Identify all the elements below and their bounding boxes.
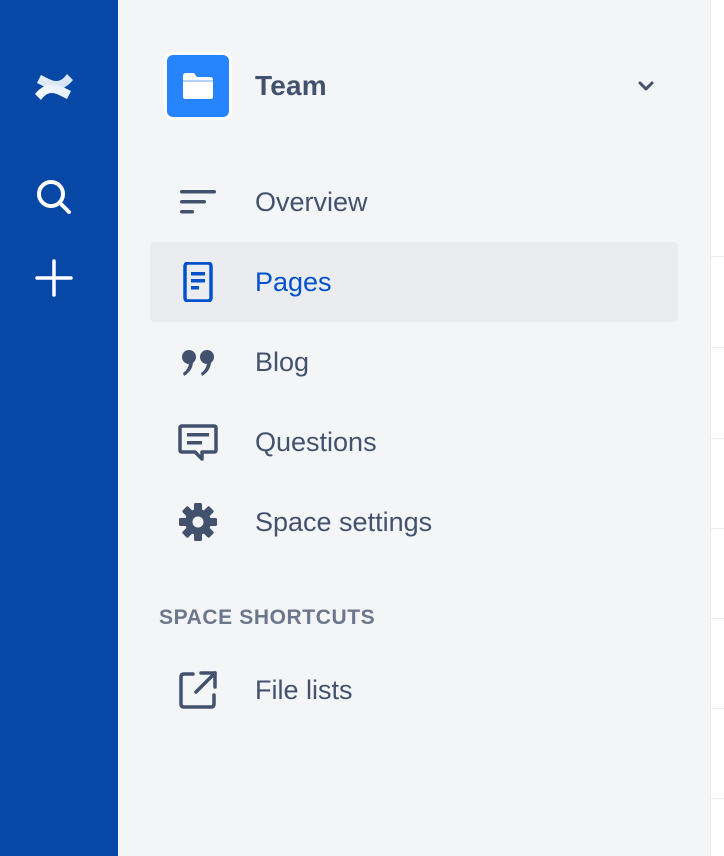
sidebar-item-label: File lists bbox=[255, 675, 353, 705]
page-icon bbox=[178, 262, 218, 302]
sidebar-item-label: Pages bbox=[255, 267, 332, 297]
space-sidebar: Team Overview Pages Blog Questions Space… bbox=[118, 0, 710, 856]
confluence-logo-button[interactable] bbox=[29, 62, 79, 112]
chevron-down-icon bbox=[638, 81, 654, 91]
sidebar-item-blog[interactable]: Blog bbox=[150, 322, 678, 402]
sidebar-item-overview[interactable]: Overview bbox=[150, 162, 678, 242]
speech-bubble-icon bbox=[178, 422, 218, 462]
sidebar-item-pages[interactable]: Pages bbox=[150, 242, 678, 322]
space-menu-button[interactable] bbox=[634, 74, 658, 98]
global-navigation bbox=[0, 0, 118, 856]
plus-icon bbox=[35, 259, 73, 297]
search-button[interactable] bbox=[29, 172, 79, 222]
gear-icon bbox=[178, 502, 218, 542]
quote-icon bbox=[178, 342, 218, 382]
sidebar-item-questions[interactable]: Questions bbox=[150, 402, 678, 482]
space-header[interactable]: Team bbox=[164, 52, 664, 120]
sidebar-item-label: Overview bbox=[255, 187, 368, 217]
main-content-edge bbox=[710, 0, 724, 856]
sidebar-item-space-settings[interactable]: Space settings bbox=[150, 482, 678, 562]
overview-lines-icon bbox=[178, 182, 218, 222]
sidebar-item-label: Questions bbox=[255, 427, 377, 457]
search-icon bbox=[37, 180, 71, 214]
create-button[interactable] bbox=[29, 253, 79, 303]
confluence-logo-icon bbox=[35, 74, 73, 100]
space-shortcuts-heading: SPACE SHORTCUTS bbox=[159, 606, 376, 629]
folder-icon bbox=[183, 73, 213, 99]
space-avatar bbox=[164, 52, 232, 120]
external-link-icon bbox=[178, 670, 218, 710]
space-name: Team bbox=[255, 70, 327, 101]
sidebar-item-label: Space settings bbox=[255, 507, 433, 537]
sidebar-item-label: Blog bbox=[255, 347, 310, 377]
shortcut-item-file-lists[interactable]: File lists bbox=[150, 650, 678, 730]
